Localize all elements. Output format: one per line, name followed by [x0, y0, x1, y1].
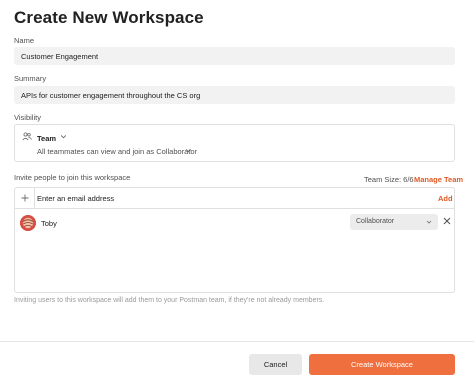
- footer-divider: [0, 341, 474, 342]
- plus-icon: [21, 194, 29, 202]
- access-level-select[interactable]: All teammates can view and join as Colla…: [37, 147, 197, 156]
- chevron-down-icon[interactable]: [185, 147, 192, 154]
- visibility-box: Team All teammates can view and join as …: [14, 124, 455, 162]
- team-icon: [22, 132, 32, 141]
- invite-box: Add Toby Collaborator: [14, 187, 455, 293]
- add-button[interactable]: Add: [438, 194, 453, 203]
- dialog-title: Create New Workspace: [14, 8, 204, 27]
- member-name: Toby: [41, 219, 57, 228]
- summary-field[interactable]: APIs for customer engagement throughout …: [14, 86, 455, 104]
- visibility-select[interactable]: Team: [37, 134, 56, 143]
- name-field[interactable]: Customer Engagement: [14, 47, 455, 65]
- close-icon[interactable]: [443, 217, 451, 225]
- name-label: Name: [14, 36, 35, 45]
- role-select-value: Collaborator: [356, 218, 395, 225]
- cancel-button[interactable]: Cancel: [249, 354, 302, 375]
- role-select[interactable]: Collaborator: [350, 214, 438, 230]
- avatar-icon: [20, 215, 36, 231]
- avatar: [20, 215, 36, 231]
- divider: [34, 188, 35, 209]
- chevron-down-icon: [426, 220, 432, 224]
- team-size-text: Team Size: 6/6: [364, 175, 414, 184]
- visibility-label: Visibility: [14, 113, 41, 122]
- manage-team-link[interactable]: Manage Team: [414, 175, 463, 184]
- chevron-down-icon[interactable]: [60, 133, 67, 140]
- member-row: Toby Collaborator: [15, 211, 454, 235]
- email-row: Add: [15, 188, 454, 209]
- summary-label: Summary: [14, 74, 47, 83]
- invite-note: Inviting users to this workspace will ad…: [14, 297, 325, 304]
- invite-label: Invite people to join this workspace: [14, 173, 131, 182]
- email-input[interactable]: [37, 192, 417, 205]
- create-workspace-button[interactable]: Create Workspace: [309, 354, 455, 375]
